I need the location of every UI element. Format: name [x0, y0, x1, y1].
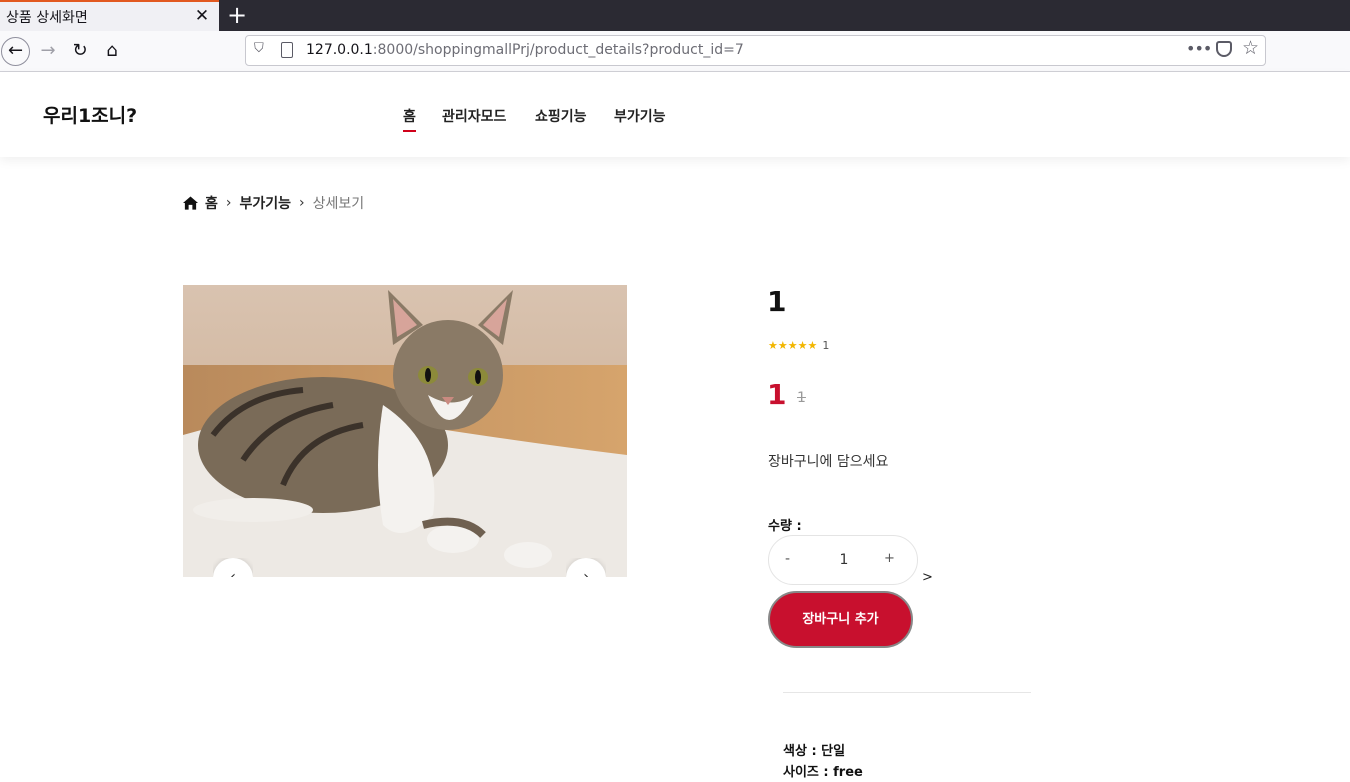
quantity-stepper: - 1 +: [768, 535, 918, 585]
chevron-left-icon: ‹: [213, 558, 253, 577]
breadcrumb-section[interactable]: 부가기능: [240, 193, 292, 213]
product-description: 장바구니에 담으세요: [768, 454, 889, 470]
quantity-input[interactable]: 1: [839, 552, 849, 568]
url-path: :8000/shoppingmallPrj/product_details?pr…: [372, 42, 744, 58]
url-text[interactable]: 127.0.0.1:8000/shoppingmallPrj/product_d…: [306, 42, 744, 58]
url-bar[interactable]: ⛉ 127.0.0.1:8000/shoppingmallPrj/product…: [245, 35, 1266, 66]
divider: [783, 692, 1031, 693]
quantity-increase-button[interactable]: +: [884, 551, 895, 566]
cat-photo: [183, 285, 627, 577]
product-old-price: 1: [797, 390, 806, 406]
breadcrumb-separator-icon: ›: [299, 195, 305, 211]
browser-navigation-bar: ← → ↻ ⌂ ⛉ 127.0.0.1:8000/shoppingmallPrj…: [0, 31, 1350, 72]
breadcrumb: 홈 › 부가기능 › 상세보기: [183, 193, 364, 213]
browser-tab-bar: 상품 상세화면 ✕ +: [0, 0, 1350, 31]
carousel-next-button[interactable]: ›: [566, 558, 606, 577]
tab-title: 상품 상세화면: [6, 10, 88, 26]
product-name: 1: [767, 285, 787, 318]
site-header: 우리1조니? 홈 관리자모드 쇼핑기능 부가기능: [0, 72, 1350, 157]
nav-admin-mode[interactable]: 관리자모드: [442, 106, 506, 126]
rating-count: 1: [822, 339, 830, 352]
nav-shopping[interactable]: 쇼핑기능: [535, 106, 587, 126]
site-logo[interactable]: 우리1조니?: [43, 101, 137, 128]
back-arrow-icon[interactable]: ←: [1, 37, 30, 66]
product-image: [183, 285, 627, 577]
reload-icon[interactable]: ↻: [66, 37, 94, 65]
more-actions-icon[interactable]: •••: [1186, 39, 1212, 58]
url-host: 127.0.0.1: [306, 42, 373, 58]
pocket-icon[interactable]: [1216, 41, 1232, 57]
nav-home[interactable]: 홈: [403, 106, 416, 132]
star-rating-icons: ★★★★★: [768, 339, 818, 352]
chevron-right-icon: ›: [566, 558, 606, 577]
breadcrumb-home[interactable]: 홈: [205, 193, 218, 213]
option-size: 사이즈 : free: [783, 765, 863, 780]
option-color: 색상 : 단일: [783, 744, 846, 759]
nav-extra-features[interactable]: 부가기능: [614, 106, 666, 126]
home-icon[interactable]: ⌂: [98, 37, 126, 65]
carousel-prev-button[interactable]: ‹: [213, 558, 253, 577]
stray-text: >: [922, 570, 933, 585]
product-rating: ★★★★★ 1: [768, 339, 829, 352]
breadcrumb-current: 상세보기: [312, 196, 365, 212]
product-price: 1: [767, 378, 787, 411]
browser-tab[interactable]: 상품 상세화면 ✕: [0, 0, 219, 31]
close-tab-icon[interactable]: ✕: [193, 6, 211, 26]
add-to-cart-button[interactable]: 장바구니 추가: [768, 591, 913, 648]
bookmark-star-icon[interactable]: ☆: [1242, 37, 1259, 59]
quantity-decrease-button[interactable]: -: [785, 551, 790, 567]
page-icon[interactable]: [281, 42, 293, 58]
new-tab-button[interactable]: +: [226, 1, 248, 29]
forward-arrow-icon[interactable]: →: [34, 37, 62, 65]
quantity-label: 수량 :: [768, 519, 802, 534]
breadcrumb-separator-icon: ›: [225, 195, 232, 211]
home-icon[interactable]: [183, 196, 198, 210]
shield-icon[interactable]: ⛉: [254, 41, 268, 59]
